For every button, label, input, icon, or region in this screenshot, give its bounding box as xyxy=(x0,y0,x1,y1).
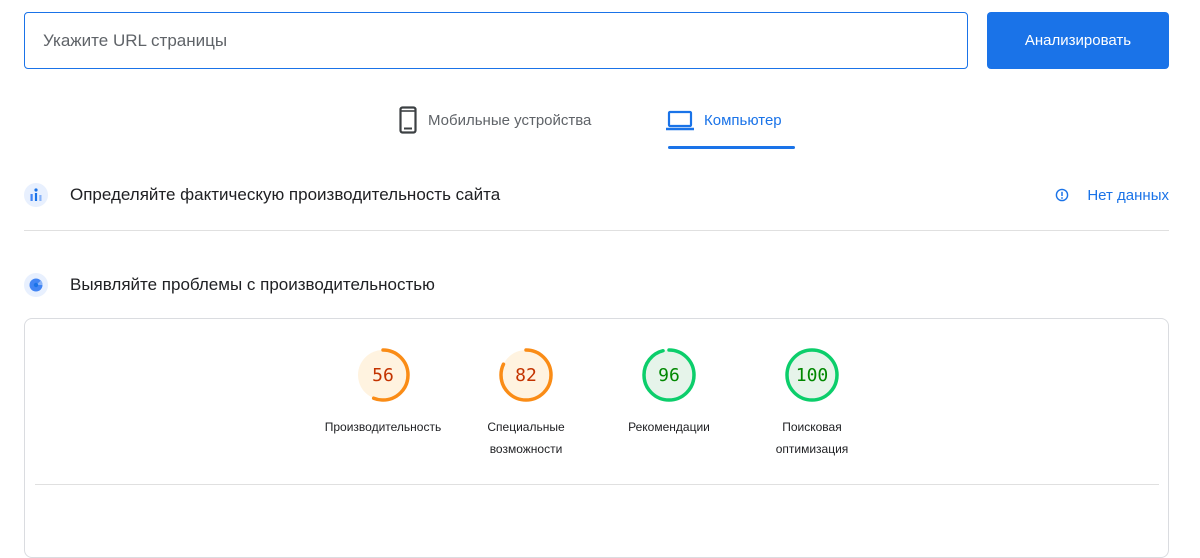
score-ring: 100 xyxy=(785,348,839,402)
score-ring: 96 xyxy=(642,348,696,402)
score-gauge[interactable]: 82 Специальные возможности xyxy=(466,346,586,460)
laptop-icon xyxy=(666,106,694,139)
section-divider xyxy=(24,230,1169,231)
tab-desktop[interactable]: Компьютер xyxy=(666,100,782,150)
score-label-line: оптимизация xyxy=(775,442,849,456)
score-label-line: Специальные xyxy=(487,420,565,434)
tab-mobile[interactable]: Мобильные устройства xyxy=(398,100,591,150)
device-tabs: Мобильные устройства Компьютер xyxy=(0,100,1200,150)
tab-mobile-label: Мобильные устройства xyxy=(428,112,592,129)
score-label-line: возможности xyxy=(489,442,563,456)
info-icon xyxy=(1055,188,1069,202)
analyze-button[interactable]: Анализировать xyxy=(987,12,1169,69)
active-tab-indicator xyxy=(668,146,795,149)
score-value: 96 xyxy=(658,365,680,386)
lighthouse-icon xyxy=(24,273,48,297)
score-value: 100 xyxy=(796,365,829,386)
score-label-line: Рекомендации xyxy=(628,420,710,434)
card-divider xyxy=(35,484,1159,485)
score-label: Поисковая оптимизация xyxy=(752,416,872,460)
url-input[interactable] xyxy=(24,12,968,69)
score-label: Производительность xyxy=(323,416,443,438)
score-ring: 56 xyxy=(356,348,410,402)
score-label-line: Производительность xyxy=(324,420,442,434)
score-gauge[interactable]: 96 Рекомендации xyxy=(609,346,729,438)
score-label: Рекомендации xyxy=(609,416,729,438)
score-value: 56 xyxy=(372,365,394,386)
field-data-title: Определяйте фактическую производительнос… xyxy=(70,185,501,204)
score-gauge[interactable]: 100 Поисковая оптимизация xyxy=(752,346,872,460)
score-ring: 82 xyxy=(499,348,553,402)
field-data-chart-icon xyxy=(24,183,48,207)
field-data-section: Определяйте фактическую производительнос… xyxy=(24,180,1169,210)
no-data-link[interactable]: Нет данных xyxy=(1055,180,1169,210)
lab-data-title: Выявляйте проблемы с производительностью xyxy=(70,275,435,294)
tab-desktop-label: Компьютер xyxy=(704,112,782,129)
score-label: Специальные возможности xyxy=(466,416,586,460)
score-value: 82 xyxy=(515,365,537,386)
score-gauge[interactable]: 56 Производительность xyxy=(323,346,443,438)
no-data-label: Нет данных xyxy=(1087,186,1169,204)
smartphone-icon xyxy=(398,106,418,139)
score-label-line: Поисковая xyxy=(782,420,842,434)
score-summary-card: 56 Производительность 82 Специальные возможн… xyxy=(24,318,1169,558)
lab-data-section: Выявляйте проблемы с производительностью xyxy=(24,270,1169,300)
